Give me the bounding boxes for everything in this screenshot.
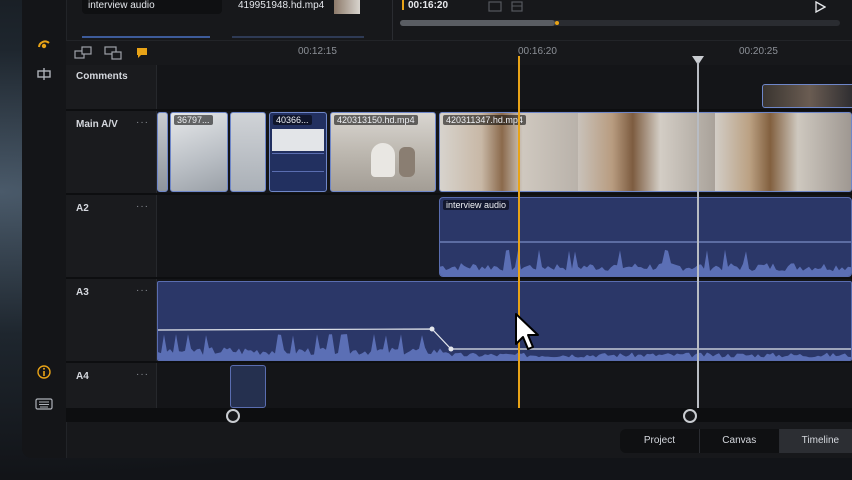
play-icon[interactable] [814, 0, 827, 18]
track-menu-button[interactable]: ··· [136, 285, 149, 296]
audio-wave-icon[interactable] [34, 35, 54, 55]
app-window: interview audio 419951948.hd.mp4 00:16:2… [22, 0, 852, 458]
track-lane-comments [157, 65, 852, 109]
tab-project[interactable]: Project [620, 429, 700, 453]
track-label: Comments [76, 71, 128, 82]
split-clip-icon[interactable] [34, 64, 54, 84]
comment-icon[interactable] [135, 46, 149, 65]
marker-line [697, 62, 699, 416]
track-header-main-av: Main A/V ··· [66, 111, 157, 193]
clip-label: 36797... [174, 115, 213, 125]
track-header-comments: Comments [66, 65, 157, 109]
track-label: A2 [76, 203, 89, 214]
comment-clip[interactable] [762, 84, 852, 108]
tab-timeline[interactable]: Timeline [779, 429, 852, 453]
timeline-toolbar [66, 40, 852, 65]
timeline-scrollbar[interactable] [66, 408, 852, 422]
video-clip-partial[interactable] [157, 112, 168, 192]
media-item-underline [232, 36, 364, 38]
volume-keyframe[interactable] [429, 326, 435, 332]
track-header-a3: A3 ··· [66, 279, 157, 361]
video-clip[interactable] [230, 112, 266, 192]
track-label: A4 [76, 371, 89, 382]
media-item-interview-audio[interactable]: interview audio [82, 0, 222, 14]
media-thumbnail [334, 0, 360, 14]
media-item-underline [82, 36, 210, 38]
track-menu-button[interactable]: ··· [136, 369, 149, 380]
scroll-handle-right[interactable] [683, 409, 697, 423]
volume-keyframe[interactable] [448, 346, 454, 352]
track-header-a4: A4 ··· [66, 363, 157, 408]
left-sidebar [22, 0, 67, 458]
track-menu-button[interactable]: ··· [136, 201, 149, 212]
viewer-timecode: 00:16:20 [408, 0, 449, 11]
audio-clip-a3[interactable] [157, 281, 852, 361]
clip-label: 40366... [273, 115, 312, 125]
timecode-marker [402, 0, 404, 10]
fit-icon[interactable] [488, 0, 502, 18]
track-menu-button[interactable]: ··· [136, 117, 149, 128]
media-item-419951948[interactable]: 419951948.hd.mp4 [232, 0, 340, 14]
video-clip[interactable]: 40366... [269, 112, 327, 192]
panel-divider [392, 0, 393, 40]
audio-waveform [158, 326, 851, 360]
ruler-label: 00:12:15 [298, 46, 337, 57]
audio-waveform [440, 241, 851, 276]
multicam-icon[interactable] [74, 46, 92, 65]
scroll-handle-left[interactable] [226, 409, 240, 423]
ruler-label: 00:20:25 [739, 46, 778, 57]
scrubber-position-dot [555, 21, 559, 25]
track-label: Main A/V [76, 119, 118, 130]
tab-canvas[interactable]: Canvas [700, 429, 780, 453]
video-clip[interactable]: 420311347.hd.mp4 [439, 112, 852, 192]
ruler-label: 00:16:20 [518, 46, 557, 57]
clip-label: 420311347.hd.mp4 [443, 115, 526, 125]
clip-label: 420313150.hd.mp4 [334, 115, 418, 125]
audio-clip-interview[interactable]: interview audio [439, 197, 852, 277]
mouse-cursor-icon [514, 312, 540, 357]
info-icon[interactable] [34, 362, 54, 382]
crop-icon[interactable] [510, 0, 524, 18]
track-label: A3 [76, 287, 89, 298]
track-header-a2: A2 ··· [66, 195, 157, 277]
video-clip[interactable]: 420313150.hd.mp4 [330, 112, 436, 192]
viewer-scrubber[interactable] [400, 20, 840, 26]
audio-clip-a4[interactable] [230, 365, 266, 408]
overlay-icon[interactable] [104, 46, 122, 65]
keyboard-icon[interactable] [34, 394, 54, 414]
video-clip[interactable]: 36797... [170, 112, 228, 192]
bottom-tab-bar: Project Canvas Timeline [620, 429, 852, 453]
